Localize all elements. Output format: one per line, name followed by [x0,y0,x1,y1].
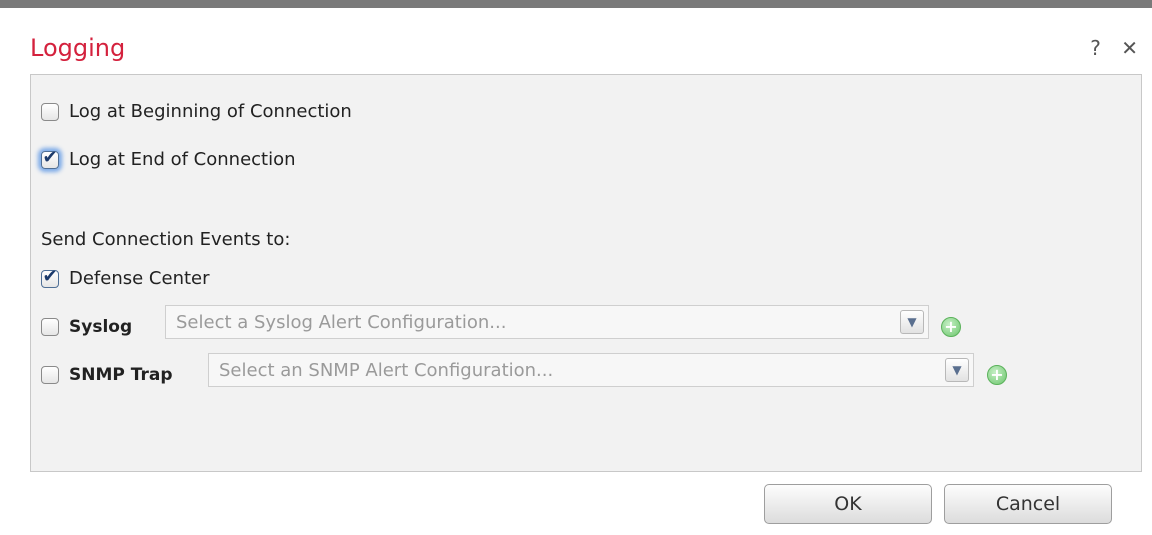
ok-button[interactable]: OK [764,484,932,524]
log-beginning-row[interactable]: Log at Beginning of Connection [41,101,352,122]
chevron-down-icon[interactable]: ▼ [945,358,969,382]
close-icon[interactable]: ✕ [1121,36,1138,60]
syslog-label: Syslog [69,317,133,337]
send-events-heading-row: Send Connection Events to: [41,229,290,250]
add-snmp-icon[interactable]: + [987,365,1007,385]
cancel-button[interactable]: Cancel [944,484,1112,524]
log-end-checkbox[interactable]: ✔ [41,146,59,169]
add-syslog-icon[interactable]: + [941,317,961,337]
syslog-checkbox[interactable] [41,318,59,336]
snmp-select-placeholder: Select an SNMP Alert Configuration... [219,359,554,381]
log-end-label: Log at End of Connection [69,149,296,170]
snmp-checkbox[interactable] [41,366,59,384]
snmp-select[interactable]: Select an SNMP Alert Configuration... ▼ [208,353,974,387]
window-top-border [0,0,1152,8]
checkmark-icon: ✔ [42,146,58,168]
syslog-row[interactable]: Syslog [41,317,132,337]
defense-center-checkbox[interactable]: ✔ [41,265,59,288]
snmp-label: SNMP Trap [69,365,173,385]
send-events-heading: Send Connection Events to: [41,229,291,250]
log-beginning-checkbox[interactable] [41,102,59,121]
log-end-row[interactable]: ✔ Log at End of Connection [41,146,296,170]
logging-dialog: Logging ? ✕ Log at Beginning of Connecti… [8,8,1152,535]
defense-center-row[interactable]: ✔ Defense Center [41,265,210,289]
title-icons: ? ✕ [1076,36,1138,60]
dialog-title: Logging [30,34,126,62]
chevron-down-icon[interactable]: ▼ [900,310,924,334]
log-beginning-label: Log at Beginning of Connection [69,101,352,122]
logging-panel: Log at Beginning of Connection ✔ Log at … [30,74,1142,472]
snmp-row[interactable]: SNMP Trap [41,365,173,385]
help-icon[interactable]: ? [1090,36,1101,60]
checkmark-icon: ✔ [42,265,58,287]
syslog-select-placeholder: Select a Syslog Alert Configuration... [176,311,507,333]
syslog-select[interactable]: Select a Syslog Alert Configuration... ▼ [165,305,929,339]
defense-center-label: Defense Center [69,268,210,289]
